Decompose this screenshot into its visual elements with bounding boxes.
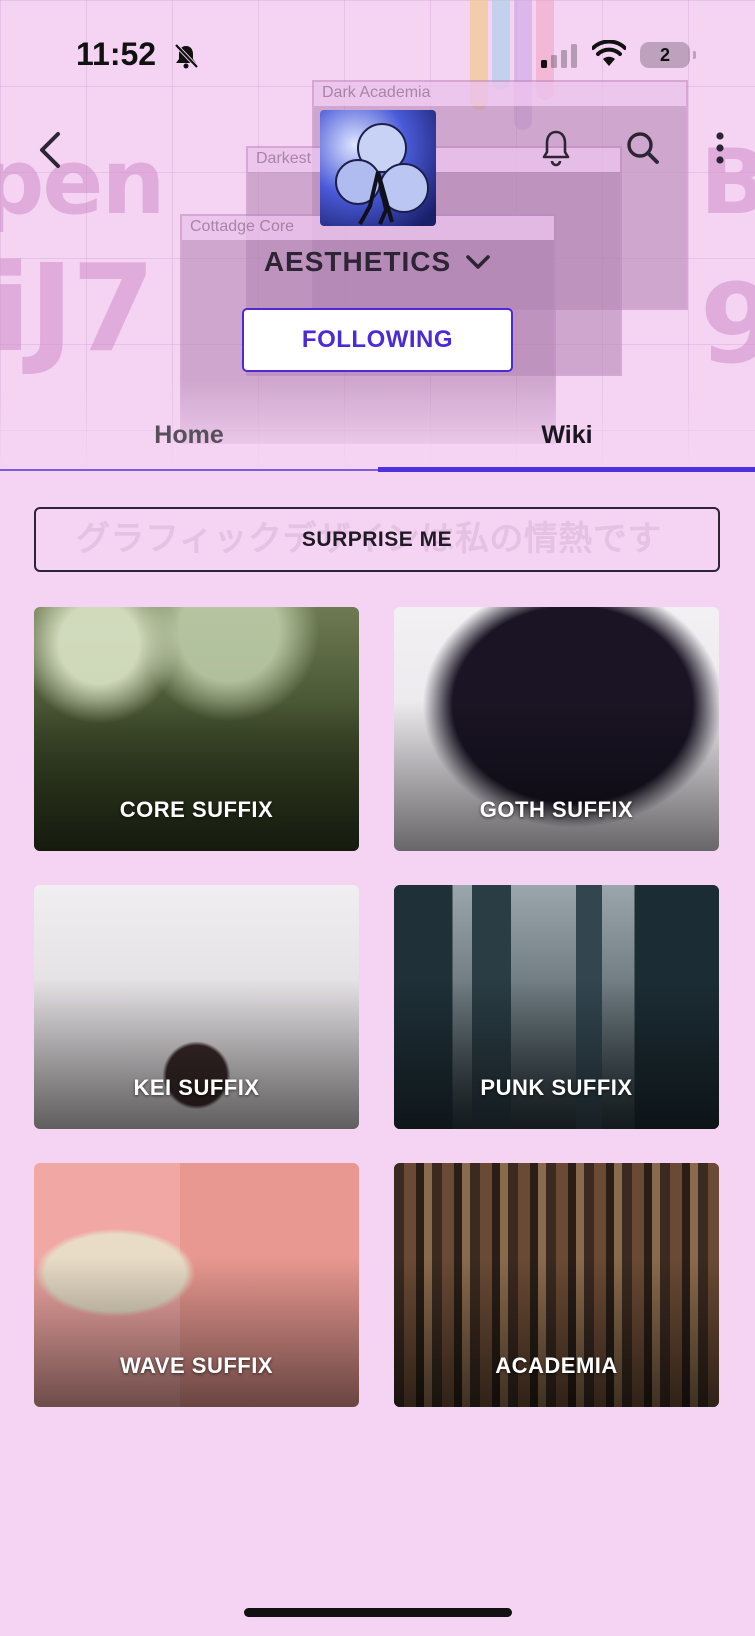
card-shade xyxy=(394,1257,719,1407)
card-shade xyxy=(394,701,719,851)
bell-icon xyxy=(542,130,570,167)
tab-wiki[interactable]: Wiki xyxy=(378,400,755,470)
wiki-card-wave-suffix[interactable]: WAVE SUFFIX xyxy=(34,1163,359,1407)
card-shade xyxy=(34,701,359,851)
tab-home[interactable]: Home xyxy=(0,400,378,470)
search-icon xyxy=(627,132,659,164)
surprise-me-button[interactable]: グラフィックデザインは私の情熱です SURPRISE ME xyxy=(34,507,720,572)
cellular-signal-icon xyxy=(541,44,577,68)
card-title: CORE SUFFIX xyxy=(119,797,274,822)
tab-active-indicator xyxy=(378,467,755,472)
back-button[interactable] xyxy=(28,122,72,178)
community-avatar[interactable] xyxy=(320,110,436,226)
silent-mode-icon xyxy=(174,43,199,69)
wiki-card-kei-suffix[interactable]: KEI SUFFIX xyxy=(34,885,359,1129)
following-button[interactable]: FOLLOWING xyxy=(242,308,513,372)
wifi-icon xyxy=(592,40,626,66)
status-bar: 11:52 2 xyxy=(0,0,755,110)
card-shade xyxy=(34,1257,359,1407)
search-button[interactable] xyxy=(622,124,664,172)
wiki-card-academia[interactable]: ACADEMIA xyxy=(394,1163,719,1407)
card-title: ACADEMIA xyxy=(495,1353,618,1378)
card-shade xyxy=(394,979,719,1129)
notifications-button[interactable] xyxy=(535,122,577,174)
battery-indicator: 2 xyxy=(640,42,696,68)
card-title: KEI SUFFIX xyxy=(133,1075,260,1100)
wiki-card-goth-suffix[interactable]: GOTH SUFFIX xyxy=(394,607,719,851)
community-title-dropdown[interactable]: AESTHETICS xyxy=(0,246,755,278)
wiki-card-core-suffix[interactable]: CORE SUFFIX xyxy=(34,607,359,851)
community-avatar-art xyxy=(335,123,429,225)
status-time: 11:52 xyxy=(76,36,157,72)
background-graffiti: 9 xyxy=(700,260,755,388)
chevron-down-icon xyxy=(466,255,490,269)
home-indicator[interactable] xyxy=(244,1608,512,1617)
card-shade xyxy=(34,979,359,1129)
background-graffiti: pen xyxy=(0,130,166,235)
surprise-me-label: SURPRISE ME xyxy=(301,527,453,551)
more-options-button[interactable] xyxy=(708,124,732,172)
more-vertical-icon xyxy=(716,132,724,164)
card-title: GOTH SUFFIX xyxy=(479,797,634,822)
back-arrow-icon xyxy=(40,132,60,168)
wiki-card-punk-suffix[interactable]: PUNK SUFFIX xyxy=(394,885,719,1129)
tab-bar: Home Wiki xyxy=(0,400,755,472)
community-name: AESTHETICS xyxy=(263,246,452,277)
card-title: WAVE SUFFIX xyxy=(120,1353,273,1378)
card-title: PUNK SUFFIX xyxy=(480,1075,633,1100)
